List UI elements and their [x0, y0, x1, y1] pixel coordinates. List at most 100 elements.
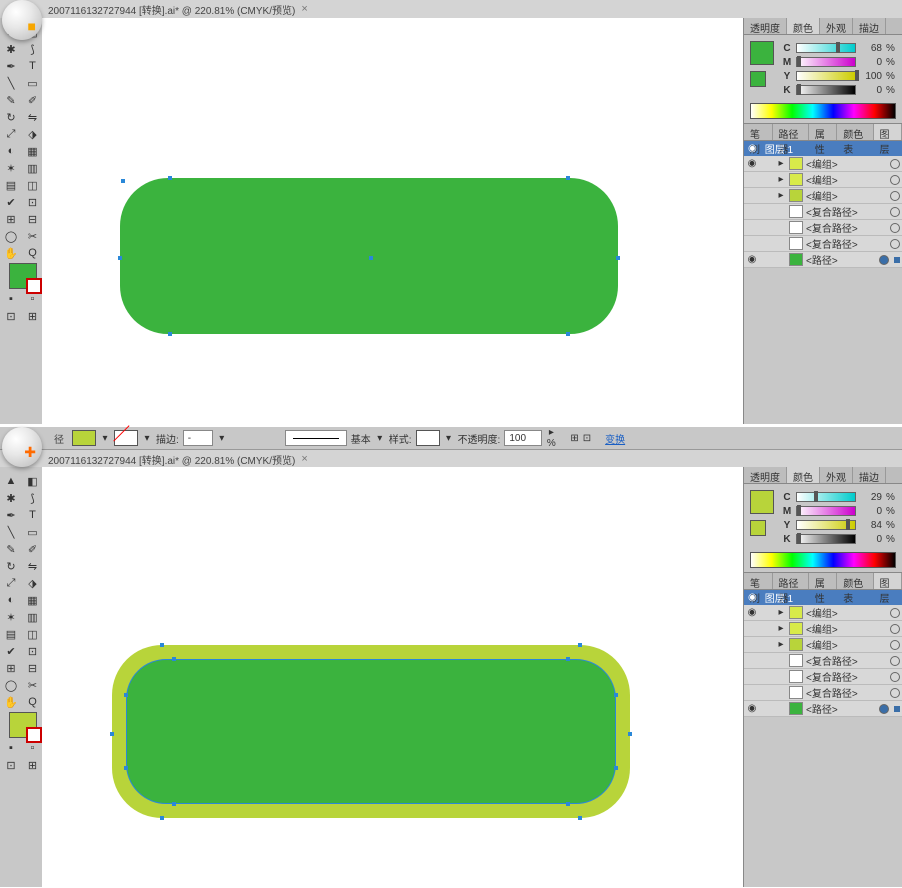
- tab-appearance[interactable]: 外观: [820, 18, 853, 34]
- tree-toggle-icon[interactable]: ▸: [776, 607, 786, 618]
- target-icon[interactable]: [890, 207, 900, 217]
- fullscreen-mode-icon[interactable]: ⊞: [24, 308, 42, 324]
- paintbrush-tool[interactable]: ✎: [2, 92, 20, 108]
- green-rounded-rectangle[interactable]: [120, 178, 618, 334]
- magenta-slider[interactable]: [796, 57, 856, 67]
- dropdown-icon[interactable]: ▾: [444, 433, 454, 444]
- scissors-tool[interactable]: ✂: [24, 677, 42, 693]
- layer-item[interactable]: ▸<编组>: [744, 172, 902, 188]
- dropdown-icon[interactable]: ▾: [217, 433, 227, 444]
- dropdown-icon[interactable]: ▾: [100, 433, 110, 444]
- target-icon[interactable]: [879, 704, 889, 714]
- canvas[interactable]: [42, 18, 744, 424]
- tab-attributes[interactable]: 属性: [809, 124, 838, 140]
- tree-toggle-icon[interactable]: ▸: [776, 639, 786, 650]
- stroke-weight-field[interactable]: -: [183, 430, 213, 446]
- spectrum-picker[interactable]: [750, 552, 896, 568]
- mesh-tool[interactable]: ▤: [2, 626, 20, 642]
- close-icon[interactable]: ×: [301, 3, 307, 15]
- black-slider[interactable]: [796, 534, 856, 544]
- tree-toggle-icon[interactable]: ▸: [776, 158, 786, 169]
- lime-rounded-rectangle[interactable]: [112, 645, 630, 818]
- eyedropper-tool[interactable]: ✔: [2, 643, 20, 659]
- stroke-preview-swatch[interactable]: [750, 71, 766, 87]
- target-icon[interactable]: [890, 688, 900, 698]
- zoom-tool[interactable]: Q: [24, 694, 42, 710]
- lasso-tool[interactable]: ⟆: [24, 41, 42, 57]
- color-mode-icon[interactable]: ▪: [2, 740, 20, 756]
- lasso-tool[interactable]: ⟆: [24, 490, 42, 506]
- black-value[interactable]: 0: [860, 534, 882, 545]
- reflect-tool[interactable]: ⇋: [24, 558, 42, 574]
- pen-tool[interactable]: ✒: [2, 58, 20, 74]
- line-tool[interactable]: ╲: [2, 524, 20, 540]
- type-tool[interactable]: T: [24, 507, 42, 523]
- selection-tool[interactable]: ▲: [2, 473, 20, 489]
- graph-tool[interactable]: ▥: [24, 609, 42, 625]
- cyan-value[interactable]: 68: [860, 43, 882, 54]
- magenta-value[interactable]: 0: [860, 506, 882, 517]
- target-icon[interactable]: [890, 608, 900, 618]
- gradient-tool[interactable]: ◫: [24, 626, 42, 642]
- magic-wand-tool[interactable]: ✱: [2, 490, 20, 506]
- layer-item[interactable]: ◉▸<编组>: [744, 605, 902, 621]
- layer-item[interactable]: <复合路径>: [744, 236, 902, 252]
- rotate-tool[interactable]: ↻: [2, 109, 20, 125]
- zoom-tool[interactable]: Q: [24, 245, 42, 261]
- screen-mode-icon[interactable]: ⊡: [2, 757, 20, 773]
- yellow-slider[interactable]: [796, 71, 856, 81]
- eraser-tool[interactable]: ◯: [2, 228, 20, 244]
- fill-stroke-swatch[interactable]: [9, 712, 37, 738]
- pencil-tool[interactable]: ✐: [24, 541, 42, 557]
- free-transform-tool[interactable]: ▦: [24, 143, 42, 159]
- tab-layers[interactable]: 图层: [874, 573, 902, 589]
- tab-stroke[interactable]: 描边: [853, 467, 886, 483]
- target-icon[interactable]: [890, 159, 900, 169]
- symbol-sprayer-tool[interactable]: ✶: [2, 609, 20, 625]
- eye-icon[interactable]: ◉: [746, 607, 758, 618]
- target-icon[interactable]: [890, 223, 900, 233]
- layer-item[interactable]: ◉<路径>: [744, 701, 902, 717]
- target-icon[interactable]: [890, 640, 900, 650]
- tab-brushes[interactable]: 笔刷: [744, 573, 773, 589]
- line-tool[interactable]: ╲: [2, 75, 20, 91]
- shear-tool[interactable]: ⬗: [24, 575, 42, 591]
- eyedropper-tool[interactable]: ✔: [2, 194, 20, 210]
- rotate-tool[interactable]: ↻: [2, 558, 20, 574]
- eye-icon[interactable]: ◉: [746, 703, 758, 714]
- layer-item[interactable]: ◉▸<编组>: [744, 156, 902, 172]
- cyan-value[interactable]: 29: [860, 492, 882, 503]
- style-swatch[interactable]: [416, 430, 440, 446]
- layer-item[interactable]: <复合路径>: [744, 220, 902, 236]
- tab-color[interactable]: 颜色: [787, 18, 820, 34]
- warp-tool[interactable]: ◐: [2, 592, 20, 608]
- align-icon[interactable]: ⊡: [583, 433, 591, 444]
- canvas[interactable]: [42, 467, 744, 887]
- symbol-sprayer-tool[interactable]: ✶: [2, 160, 20, 176]
- target-icon[interactable]: [890, 672, 900, 682]
- mesh-tool[interactable]: ▤: [2, 177, 20, 193]
- tab-opacity[interactable]: 透明度: [744, 467, 787, 483]
- warp-tool[interactable]: ◐: [2, 143, 20, 159]
- yellow-value[interactable]: 84: [860, 520, 882, 531]
- eye-icon[interactable]: ◉: [746, 254, 758, 265]
- yellow-slider[interactable]: [796, 520, 856, 530]
- layer-item[interactable]: ▸<编组>: [744, 637, 902, 653]
- target-icon[interactable]: [890, 175, 900, 185]
- tab-color[interactable]: 颜色: [787, 467, 820, 483]
- tree-toggle-icon[interactable]: ▸: [776, 190, 786, 201]
- target-icon[interactable]: [890, 624, 900, 634]
- stroke-swatch[interactable]: [114, 430, 138, 446]
- opacity-field[interactable]: 100: [504, 430, 542, 446]
- shear-tool[interactable]: ⬗: [24, 126, 42, 142]
- fill-preview-swatch[interactable]: [750, 490, 774, 514]
- tab-pathfinder[interactable]: 路径器: [773, 124, 809, 140]
- fill-stroke-swatch[interactable]: [9, 263, 37, 289]
- tree-toggle-icon[interactable]: ▸: [776, 623, 786, 634]
- tab-pathfinder[interactable]: 路径器: [773, 573, 809, 589]
- tab-brushes[interactable]: 笔刷: [744, 124, 773, 140]
- tab-opacity[interactable]: 透明度: [744, 18, 787, 34]
- rectangle-tool[interactable]: ▭: [24, 75, 42, 91]
- hand-tool[interactable]: ✋: [2, 694, 20, 710]
- stroke-preview-swatch[interactable]: [750, 520, 766, 536]
